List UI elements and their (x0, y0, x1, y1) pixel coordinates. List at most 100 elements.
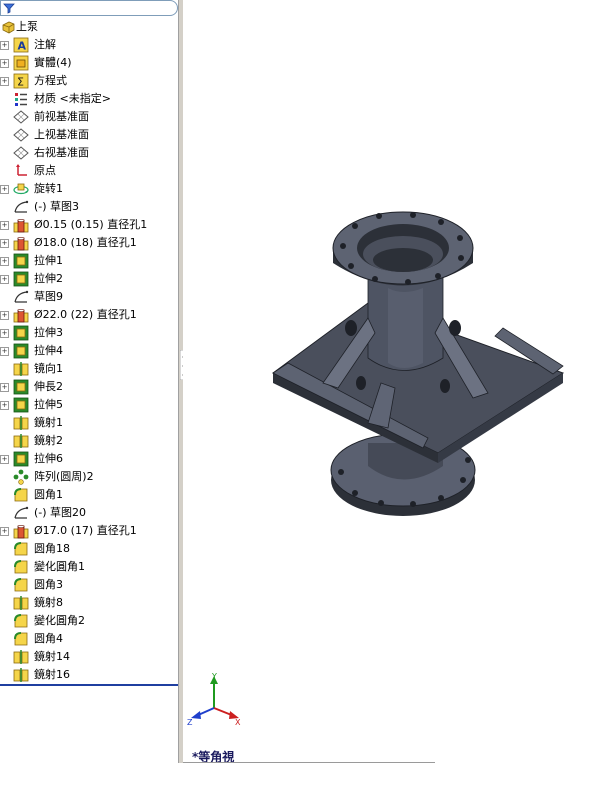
tree-item-label: 鏡射14 (34, 650, 70, 663)
origin-icon (16, 164, 27, 176)
expand-toggle-icon[interactable]: + (0, 77, 9, 86)
tree-item[interactable]: + 拉伸1 (0, 252, 178, 270)
tree-item-label: 镜向1 (34, 362, 63, 375)
tree-item[interactable]: + 旋转1 (0, 180, 178, 198)
tree-item[interactable]: 鏡射2 (0, 432, 178, 450)
tree-item[interactable]: 圆角1 (0, 486, 178, 504)
tree-item[interactable]: 上视基准面 (0, 126, 178, 144)
tree-item[interactable]: + 拉伸4 (0, 342, 178, 360)
tree-empty-area (0, 684, 178, 765)
expand-toggle-icon[interactable]: + (0, 185, 9, 194)
tree-item[interactable]: + Ø18.0 (18) 直径孔1 (0, 234, 178, 252)
axis-triad: Y X Z (187, 672, 241, 727)
tree-item[interactable]: 變化圓角1 (0, 558, 178, 576)
tree-item-label: (-) 草图20 (34, 506, 87, 519)
tree-item-label: 鏡射1 (34, 416, 63, 429)
tree-item-label: 變化圓角2 (34, 614, 85, 627)
tree-item[interactable]: 鏡射16 (0, 666, 178, 684)
expand-toggle-icon[interactable]: + (0, 275, 9, 284)
tree-item[interactable]: 材质 <未指定> (0, 90, 178, 108)
tree-item[interactable]: + Ø0.15 (0.15) 直径孔1 (0, 216, 178, 234)
annotation-icon: A (13, 37, 29, 53)
expand-toggle-icon[interactable]: + (0, 347, 9, 356)
hole-icon (13, 236, 29, 251)
expand-toggle-icon[interactable]: + (0, 59, 9, 68)
equations-icon: Σ (13, 73, 29, 89)
tree-item[interactable]: 圆角3 (0, 576, 178, 594)
expand-toggle-icon[interactable]: + (0, 239, 9, 248)
mirror-icon (13, 416, 29, 430)
fillet-icon (14, 578, 28, 592)
fillet-icon (14, 560, 28, 574)
tree-item-label: 變化圓角1 (34, 560, 85, 573)
tree-item-label: 拉伸5 (34, 398, 63, 411)
tree-item[interactable]: + 拉伸3 (0, 324, 178, 342)
tree-item[interactable]: + Ø17.0 (17) 直径孔1 (0, 522, 178, 540)
tree-item[interactable]: + 拉伸5 (0, 396, 178, 414)
tree-item-label: 草图9 (34, 290, 63, 303)
tree-filter-bar[interactable] (0, 0, 178, 16)
tree-item[interactable]: 鏡射14 (0, 648, 178, 666)
extrude-icon (13, 451, 29, 467)
tree-item[interactable]: 镜向1 (0, 360, 178, 378)
tree-item[interactable]: 草图9 (0, 288, 178, 306)
tree-item[interactable]: 圆角4 (0, 630, 178, 648)
tree-item-label: 拉伸4 (34, 344, 63, 357)
tree-item[interactable]: (-) 草图20 (0, 504, 178, 522)
tree-item[interactable]: + 伸長2 (0, 378, 178, 396)
tree-item-label: Ø17.0 (17) 直径孔1 (34, 524, 137, 537)
extrude-icon (13, 253, 29, 269)
filter-icon[interactable] (3, 2, 15, 14)
sketch-icon (14, 200, 29, 213)
tree-item[interactable]: 鏡射8 (0, 594, 178, 612)
mirror-icon (13, 434, 29, 448)
tree-item-label: 圆角1 (34, 488, 63, 501)
extrude-icon (13, 397, 29, 413)
graphics-viewport[interactable] (183, 0, 606, 763)
expand-toggle-icon[interactable]: + (0, 41, 9, 50)
tree-item[interactable]: + 拉伸6 (0, 450, 178, 468)
extrude-icon (13, 271, 29, 287)
tree-item[interactable]: + 實體(4) (0, 54, 178, 72)
tree-item[interactable]: 鏡射1 (0, 414, 178, 432)
tree-item-label: 伸長2 (34, 380, 63, 393)
expand-toggle-icon[interactable]: + (0, 401, 9, 410)
z-axis-arrow (191, 711, 201, 719)
tree-item[interactable]: 前视基准面 (0, 108, 178, 126)
expand-toggle-icon[interactable]: + (0, 311, 9, 320)
tree-item[interactable]: + Σ 方程式 (0, 72, 178, 90)
extrude-icon (13, 343, 29, 359)
expand-toggle-icon[interactable]: + (0, 383, 9, 392)
tree-item[interactable]: + 拉伸2 (0, 270, 178, 288)
tree-item-label: (-) 草图3 (34, 200, 80, 213)
tree-item-label: 注解 (34, 38, 56, 51)
expand-toggle-icon[interactable]: + (0, 257, 9, 266)
tree-root-label: 上泵 (16, 20, 38, 33)
tree-item-label: Ø22.0 (22) 直径孔1 (34, 308, 137, 321)
pump-model-3d[interactable] (263, 208, 583, 528)
tree-root-part[interactable]: 上泵 (0, 18, 178, 36)
expand-toggle-icon[interactable]: + (0, 455, 9, 464)
tree-item-label: 實體(4) (34, 56, 72, 69)
tree-item[interactable]: + A 注解 (0, 36, 178, 54)
svg-text:A: A (18, 40, 27, 53)
tree-item[interactable]: 變化圓角2 (0, 612, 178, 630)
tree-item[interactable]: 阵列(圆周)2 (0, 468, 178, 486)
expand-toggle-icon[interactable]: + (0, 221, 9, 230)
tree-item[interactable]: 右视基准面 (0, 144, 178, 162)
tree-item[interactable]: 圆角18 (0, 540, 178, 558)
circular-pattern-icon (13, 469, 29, 485)
mirror-icon (13, 362, 29, 376)
tree-item[interactable]: 原点 (0, 162, 178, 180)
fillet-icon (14, 542, 28, 556)
tree-item-label: 前视基准面 (34, 110, 89, 123)
expand-toggle-icon[interactable]: + (0, 329, 9, 338)
extrude-icon (13, 379, 29, 395)
tree-item-label: 鏡射16 (34, 668, 70, 681)
tree-item-label: 圆角3 (34, 578, 63, 591)
tree-item-label: Ø18.0 (18) 直径孔1 (34, 236, 137, 249)
expand-toggle-icon[interactable]: + (0, 527, 9, 536)
hole-icon (13, 308, 29, 323)
tree-item[interactable]: (-) 草图3 (0, 198, 178, 216)
tree-item[interactable]: + Ø22.0 (22) 直径孔1 (0, 306, 178, 324)
